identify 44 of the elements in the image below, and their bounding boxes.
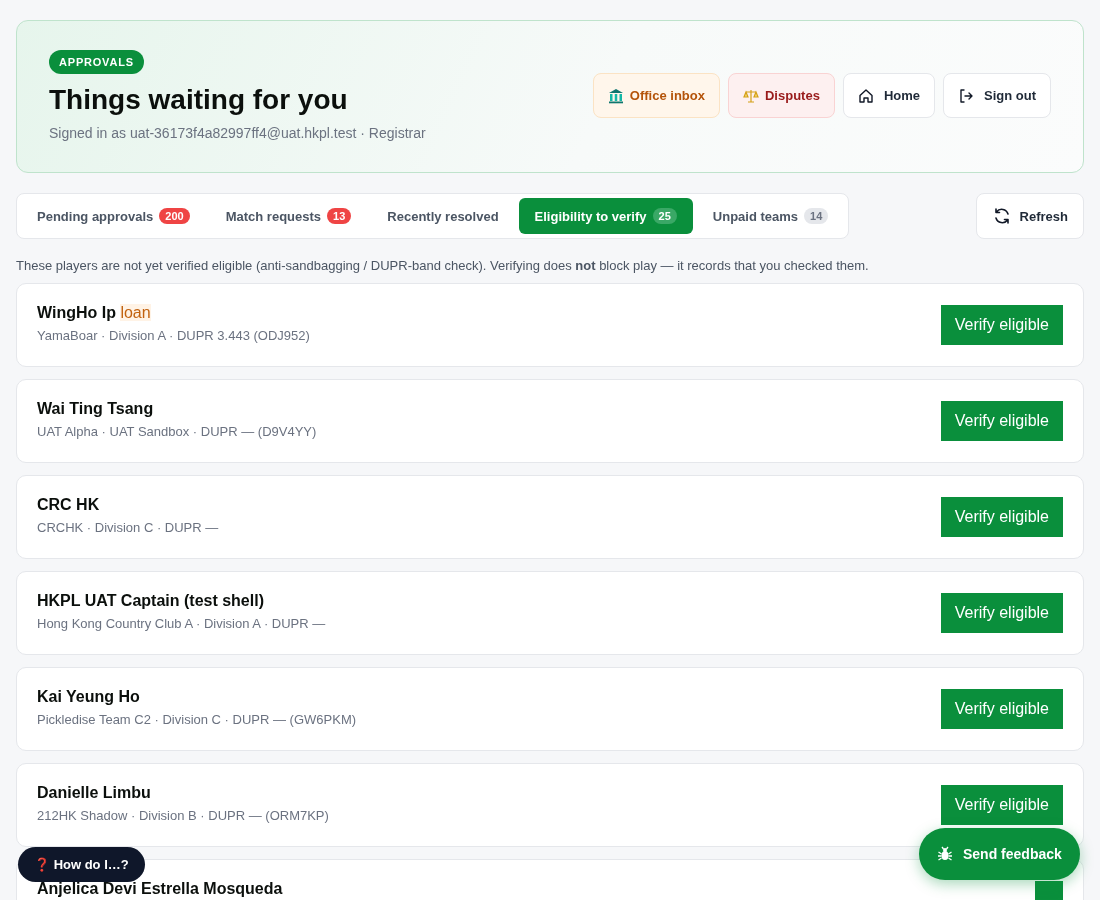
verify-button[interactable]: Verify eligible	[940, 305, 1063, 345]
player-details: Hong Kong Country Club A · Division A · DUPR —	[37, 616, 326, 631]
tab[interactable]: Match requests 13	[209, 198, 368, 234]
verify-button[interactable]: Verify eligible	[940, 593, 1063, 633]
count-badge: 200	[159, 208, 190, 224]
player-details: CRCHK · Division C · DUPR —	[37, 520, 219, 535]
player-name: Wai Ting Tsang	[37, 400, 155, 418]
player-details: Pickledise Team C2 · Division C · DUPR — (GW6PKM)	[37, 712, 357, 727]
header-button[interactable]: Office inbox	[592, 73, 720, 118]
home-icon	[857, 87, 874, 104]
player-name: Anjelica Devi Estrella Mosqueda	[37, 880, 283, 898]
section-label: APPROVALS	[49, 50, 144, 74]
bug-icon	[937, 846, 953, 862]
player-name: Kai Yeung Ho	[37, 688, 141, 706]
verify-button[interactable]: Verify eligible	[940, 689, 1063, 729]
info-text: These players are not yet verified eligible (anti-sandbagging / DUPR-band check). Verifying does not block play — it records that you checked them.	[16, 258, 870, 273]
player-details: UAT Alpha · UAT Sandbox · DUPR — (D9V4YY)	[37, 424, 317, 439]
verify-button[interactable]: Verify eligible	[940, 785, 1063, 825]
signed-in-text: Signed in as uat-36173f4a82997ff4@uat.hkpl.test · Registrar	[49, 125, 426, 141]
verify-button[interactable]: Verify eligible	[940, 497, 1063, 537]
count-badge: 13	[327, 208, 352, 224]
tab[interactable]: Unpaid teams 14	[696, 198, 845, 234]
header-button[interactable]: Disputes	[727, 73, 835, 118]
building-icon	[607, 87, 624, 104]
player-name: HKPL UAT Captain (test shell)	[37, 592, 265, 610]
tab[interactable]: Pending approvals 200	[21, 198, 206, 234]
count-badge: 14	[804, 208, 829, 224]
player-name: Danielle Limbu	[37, 784, 152, 802]
scales-icon	[742, 87, 759, 104]
sign-out-icon	[958, 87, 974, 104]
header-button[interactable]: Sign out	[943, 73, 1051, 118]
feedback-button[interactable]: Send feedback	[919, 828, 1080, 880]
player-details: YamaBoar · Division A · DUPR 3.443 (ODJ952)	[37, 328, 310, 343]
page-title: Things waiting for you	[49, 84, 348, 116]
header-button[interactable]: Home	[842, 73, 935, 118]
player-details: 212HK Shadow · Division B · DUPR — (ORM7KP)	[37, 808, 329, 823]
count-badge: 25	[652, 208, 677, 224]
help-button[interactable]: ❓ How do I…?	[18, 847, 145, 882]
refresh-button[interactable]: Refresh	[975, 193, 1084, 239]
verify-button[interactable]: Verify eligible	[940, 401, 1063, 441]
player-name: CRC HK	[37, 496, 101, 514]
tab[interactable]: Eligibility to verify 25	[518, 198, 693, 234]
tab[interactable]: Recently resolved	[371, 198, 515, 234]
player-name: WingHo Ip loan	[37, 304, 152, 322]
